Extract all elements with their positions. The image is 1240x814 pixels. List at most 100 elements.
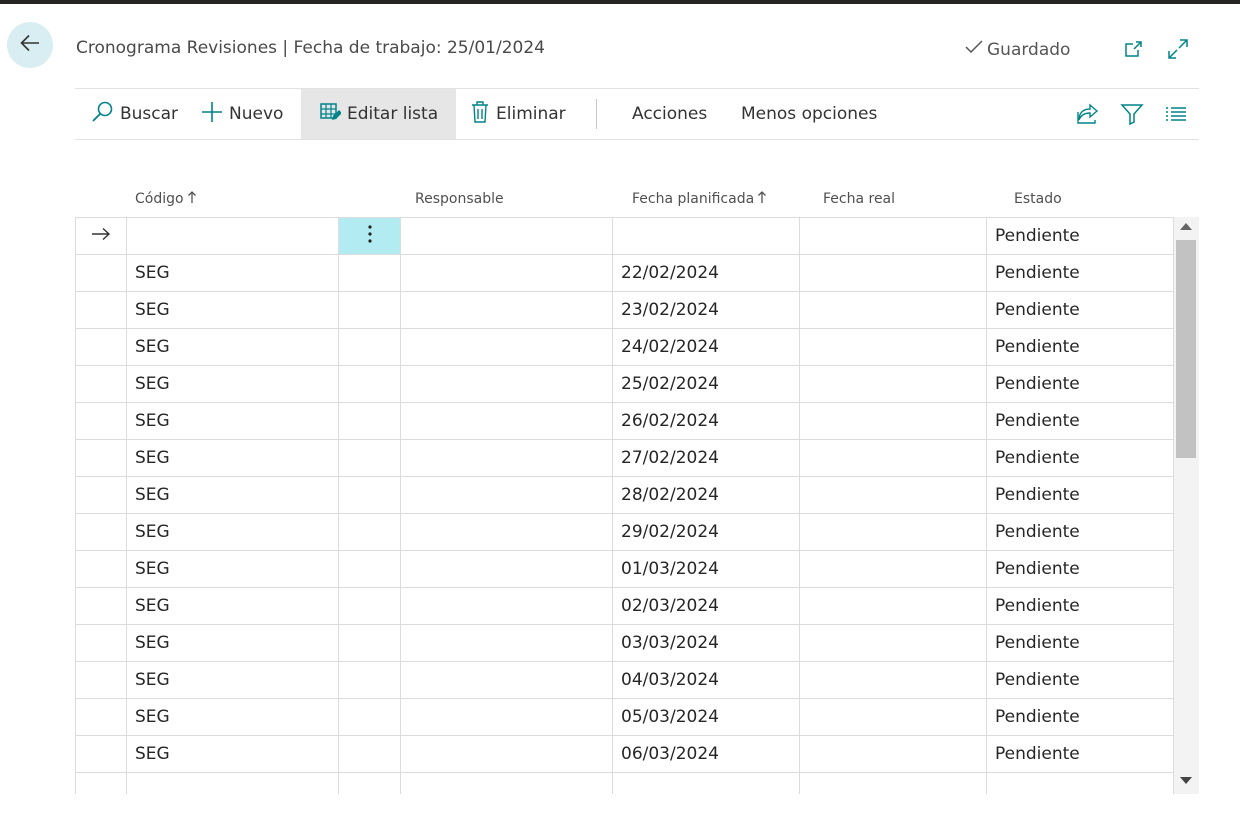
cell-code[interactable]: SEG [126,661,339,699]
table-row[interactable]: SEG 01/03/2024 Pendiente [75,550,1174,588]
cell-status[interactable]: Pendiente [986,513,1174,551]
cell-code[interactable]: SEG [126,291,339,329]
cell-actions[interactable] [338,328,401,366]
cell-status[interactable]: Pendiente [986,291,1174,329]
cell-status[interactable]: Pendiente [986,402,1174,440]
cell-planned-date[interactable]: 02/03/2024 [612,587,800,625]
cell-status[interactable]: Pendiente [986,587,1174,625]
cell-actual-date[interactable] [799,624,987,662]
cell-actions[interactable] [338,698,401,736]
cell-actual-date[interactable] [799,661,987,699]
cell-responsible[interactable] [400,661,613,699]
column-header-planned-date[interactable]: Fecha planificada [632,180,767,217]
cell-actions[interactable] [338,624,401,662]
row-selector[interactable] [75,550,127,588]
cell-status[interactable]: Pendiente [986,550,1174,588]
row-selector[interactable] [75,365,127,403]
expand-icon[interactable] [1165,36,1191,62]
row-selector[interactable] [75,476,127,514]
cell-planned-date[interactable]: 28/02/2024 [612,476,800,514]
cell-responsible[interactable] [400,402,613,440]
cell-code[interactable]: SEG [126,402,339,440]
column-header-responsible[interactable]: Responsable [415,180,504,217]
row-selector[interactable] [75,735,127,773]
row-selector[interactable] [75,624,127,662]
open-new-window-icon[interactable] [1121,36,1147,62]
cell-code[interactable]: SEG [126,439,339,477]
cell-actual-date[interactable] [799,587,987,625]
cell-code[interactable]: SEG [126,698,339,736]
cell-code[interactable]: SEG [126,254,339,292]
cell-actions[interactable] [338,476,401,514]
cell-actions[interactable] [338,661,401,699]
row-selector[interactable] [75,291,127,329]
cell-status[interactable]: Pendiente [986,624,1174,662]
cell-status[interactable]: Pendiente [986,661,1174,699]
cell-responsible[interactable] [400,624,613,662]
cell-responsible[interactable] [400,698,613,736]
column-header-code[interactable]: Código [135,180,197,217]
cell-actual-date[interactable] [799,291,987,329]
table-row[interactable]: SEG 03/03/2024 Pendiente [75,624,1174,662]
cell-responsible[interactable] [400,217,613,255]
cell-responsible[interactable] [400,587,613,625]
row-selector[interactable] [75,254,127,292]
cell-responsible[interactable] [400,476,613,514]
cell-status[interactable]: Pendiente [986,217,1174,255]
cell-responsible[interactable] [400,254,613,292]
cell-status[interactable]: Pendiente [986,365,1174,403]
cell-code[interactable] [126,217,339,255]
row-selector[interactable] [75,587,127,625]
table-row[interactable]: SEG 05/03/2024 Pendiente [75,698,1174,736]
table-row[interactable]: SEG 22/02/2024 Pendiente [75,254,1174,292]
cell-responsible[interactable] [400,735,613,773]
cell-code[interactable]: SEG [126,624,339,662]
vertical-scrollbar[interactable] [1174,217,1199,794]
cell-actual-date[interactable] [799,365,987,403]
cell-code[interactable]: SEG [126,328,339,366]
delete-button[interactable]: Eliminar [470,89,566,139]
cell-responsible[interactable] [400,513,613,551]
cell-actions[interactable] [338,735,401,773]
cell-actions[interactable] [338,365,401,403]
cell-actual-date[interactable] [799,735,987,773]
table-row[interactable]: SEG 23/02/2024 Pendiente [75,291,1174,329]
cell-actual-date[interactable] [799,698,987,736]
cell-actual-date[interactable] [799,476,987,514]
cell-planned-date[interactable]: 04/03/2024 [612,661,800,699]
row-selector[interactable] [75,402,127,440]
row-menu-button[interactable] [338,217,401,255]
scroll-thumb[interactable] [1176,240,1196,458]
cell-actions[interactable] [338,513,401,551]
cell-planned-date[interactable]: 27/02/2024 [612,439,800,477]
row-selector[interactable] [75,439,127,477]
cell-code[interactable]: SEG [126,587,339,625]
list-view-icon[interactable] [1165,89,1187,139]
column-header-status[interactable]: Estado [1014,180,1062,217]
cell-responsible[interactable] [400,328,613,366]
table-row[interactable]: SEG 27/02/2024 Pendiente [75,439,1174,477]
new-button[interactable]: Nuevo [201,89,283,139]
cell-actual-date[interactable] [799,550,987,588]
cell-status[interactable]: Pendiente [986,476,1174,514]
cell-planned-date[interactable]: 29/02/2024 [612,513,800,551]
cell-planned-date[interactable]: 05/03/2024 [612,698,800,736]
filter-icon[interactable] [1120,89,1144,139]
cell-actions[interactable] [338,291,401,329]
table-row[interactable]: SEG 24/02/2024 Pendiente [75,328,1174,366]
cell-code[interactable]: SEG [126,476,339,514]
cell-code[interactable]: SEG [126,735,339,773]
cell-code[interactable]: SEG [126,513,339,551]
table-row[interactable]: SEG 26/02/2024 Pendiente [75,402,1174,440]
cell-status[interactable]: Pendiente [986,439,1174,477]
table-row[interactable]: SEG 02/03/2024 Pendiente [75,587,1174,625]
cell-planned-date[interactable]: 24/02/2024 [612,328,800,366]
cell-actions[interactable] [338,254,401,292]
cell-actions[interactable] [338,550,401,588]
column-header-actual-date[interactable]: Fecha real [823,180,895,217]
actions-menu[interactable]: Acciones [632,89,707,139]
cell-actual-date[interactable] [799,328,987,366]
row-selector[interactable] [75,513,127,551]
table-row[interactable]: SEG 04/03/2024 Pendiente [75,661,1174,699]
table-row[interactable]: SEG 06/03/2024 Pendiente [75,735,1174,773]
